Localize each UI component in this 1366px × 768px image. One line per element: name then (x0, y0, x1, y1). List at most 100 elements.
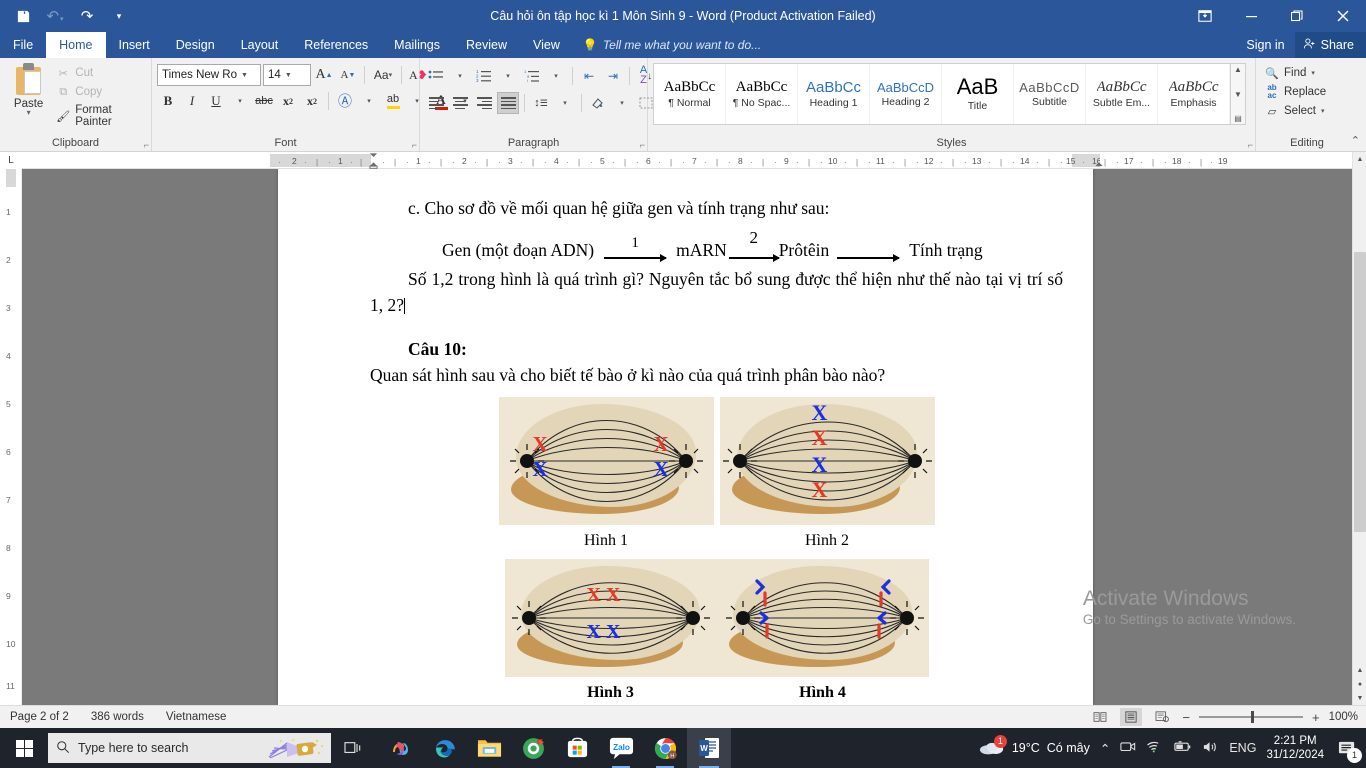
cut-button[interactable]: ✂ Cut (52, 65, 146, 81)
taskbar-app-zalo[interactable]: Zalo (599, 728, 643, 768)
font-dialog-launcher[interactable]: ⌐ (412, 140, 417, 150)
word-count[interactable]: 386 words (91, 711, 144, 723)
page-indicator[interactable]: Page 2 of 2 (10, 711, 69, 723)
document-canvas[interactable]: c. Cho sơ đồ về mối quan hệ giữa gen và … (22, 169, 1352, 705)
ruler-strip[interactable]: · 2 · | · 1 · | · | · 1 · | · 2 · | · 3 · | · 4 · | ·… (270, 153, 1101, 169)
paste-button[interactable]: Paste ▾ (5, 61, 52, 117)
web-layout-button[interactable] (1151, 708, 1173, 726)
multilevel-list-icon[interactable]: 1ai (521, 65, 543, 87)
chevron-down-icon[interactable]: ▼ (237, 72, 252, 79)
style-normal[interactable]: AaBbCc ¶ Normal (654, 64, 726, 124)
minimize-button[interactable] (1228, 0, 1274, 32)
gallery-scroll-down-icon[interactable]: ▼ (1234, 90, 1242, 99)
bold-icon[interactable]: B (157, 90, 179, 112)
right-indent-marker[interactable] (1094, 153, 1104, 169)
style-title[interactable]: AaB Title (942, 64, 1014, 124)
text-highlight-color-icon[interactable]: ab (382, 90, 404, 112)
gallery-more-icon[interactable]: ▤ (1234, 114, 1242, 123)
strikethrough-icon[interactable]: abc (253, 90, 275, 112)
find-button[interactable]: 🔍 Find ▾ (1261, 65, 1330, 81)
notification-center-button[interactable]: 1 (1334, 735, 1362, 763)
superscript-icon[interactable]: x2 (301, 90, 323, 112)
tab-file[interactable]: File (0, 32, 47, 58)
tab-review[interactable]: Review (453, 32, 520, 58)
increase-indent-icon[interactable]: ⇥ (602, 65, 624, 87)
grow-font-icon[interactable]: A ▲ (313, 64, 335, 86)
redo-icon[interactable]: ↷ (72, 3, 102, 29)
line-spacing-caret[interactable]: ▾ (554, 92, 576, 114)
paste-dropdown-caret[interactable]: ▾ (27, 109, 31, 117)
replace-button[interactable]: ab ac Replace (1261, 84, 1330, 100)
italic-icon[interactable]: I (181, 90, 203, 112)
style-subtle-emphasis[interactable]: AaBbCc Subtle Em... (1086, 64, 1158, 124)
print-layout-button[interactable] (1120, 708, 1143, 726)
clock-widget[interactable]: 2:21 PM 31/12/2024 (1266, 734, 1324, 763)
tab-insert[interactable]: Insert (106, 32, 163, 58)
document-page[interactable]: c. Cho sơ đồ về mối quan hệ giữa gen và … (278, 169, 1093, 705)
input-language-indicator[interactable]: ENG (1229, 741, 1256, 755)
taskbar-app-microsoft-word[interactable]: W (687, 728, 731, 768)
chevron-down-icon[interactable]: ▼ (281, 72, 296, 79)
task-view-button[interactable] (331, 728, 375, 768)
shading-icon[interactable] (587, 92, 609, 114)
select-caret[interactable]: ▾ (1321, 107, 1325, 115)
read-mode-button[interactable] (1089, 708, 1111, 726)
ribbon-display-options-icon[interactable] (1182, 0, 1228, 32)
align-right-icon[interactable] (473, 92, 495, 114)
line-spacing-icon[interactable]: ↕ ☰ (530, 92, 552, 114)
shading-caret[interactable]: ▾ (611, 92, 633, 114)
zoom-slider[interactable] (1198, 711, 1303, 723)
bullets-caret[interactable]: ▾ (449, 65, 471, 87)
taskbar-app-microsoft-store[interactable] (555, 728, 599, 768)
subscript-icon[interactable]: x2 (277, 90, 299, 112)
taskbar-app-google-chrome[interactable]: H (643, 728, 687, 768)
decrease-indent-icon[interactable]: ⇤ (578, 65, 600, 87)
vertical-scrollbar[interactable]: ▲ ▲ ● ▼ (1352, 152, 1366, 705)
scroll-up-icon[interactable]: ▲ (1353, 152, 1366, 166)
scrollbar-thumb[interactable] (1354, 252, 1366, 532)
align-center-icon[interactable] (449, 92, 471, 114)
find-caret[interactable]: ▾ (1311, 69, 1315, 77)
style-heading-1[interactable]: AaBbCc Heading 1 (798, 64, 870, 124)
vertical-ruler[interactable]: 1 2 3 4 5 6 7 8 9 10 11 (0, 169, 22, 705)
share-button[interactable]: Share (1294, 32, 1366, 58)
taskbar-app-microsoft-edge[interactable] (423, 728, 467, 768)
document-text-body[interactable]: c. Cho sơ đồ về mối quan hệ giữa gen và … (278, 169, 1093, 705)
ruler-strip-right[interactable]: | · 17 · | · 18 · | · 19 (1095, 154, 1366, 167)
taskbar-app-file-explorer[interactable] (467, 728, 511, 768)
zoom-level[interactable]: 100% (1329, 711, 1358, 723)
style-heading-2[interactable]: AaBbCcD Heading 2 (870, 64, 942, 124)
copy-button[interactable]: ⧉ Copy (52, 84, 146, 100)
start-button[interactable] (0, 728, 48, 768)
style-no-spacing[interactable]: AaBbCc ¶ No Spac... (726, 64, 798, 124)
horizontal-ruler[interactable]: L · 2 · | · 1 · | · | · 1 · | · 2 · | · 3 · | · 4 ·… (0, 152, 1366, 169)
select-browse-object-icon[interactable]: ● (1353, 677, 1366, 691)
show-hidden-icons-icon[interactable]: ⌃ (1100, 741, 1110, 756)
next-page-icon[interactable]: ▼ (1353, 691, 1366, 705)
tab-stop-selector[interactable]: L (0, 152, 22, 169)
font-name-combo[interactable]: Times New Ro ▼ (157, 64, 261, 86)
tab-layout[interactable]: Layout (228, 32, 292, 58)
style-emphasis[interactable]: AaBbCc Emphasis (1158, 64, 1230, 124)
save-icon[interactable] (8, 3, 38, 29)
bullets-icon[interactable] (425, 65, 447, 87)
close-button[interactable] (1320, 0, 1366, 32)
tab-view[interactable]: View (520, 32, 573, 58)
zoom-slider-thumb[interactable] (1250, 711, 1254, 723)
battery-icon[interactable] (1173, 740, 1192, 756)
meet-now-icon[interactable] (1120, 740, 1136, 756)
zoom-out-button[interactable]: − (1182, 710, 1190, 725)
restore-button[interactable] (1274, 0, 1320, 32)
taskbar-app-copilot[interactable] (379, 728, 423, 768)
network-wifi-icon[interactable] (1146, 740, 1163, 756)
collapse-ribbon-icon[interactable]: ⌃ (1351, 134, 1360, 147)
weather-widget[interactable]: 1 19°C Có mây (979, 734, 1090, 759)
undo-icon[interactable]: ↶ ▾ (40, 3, 70, 29)
tab-mailings[interactable]: Mailings (381, 32, 453, 58)
clipboard-dialog-launcher[interactable]: ⌐ (144, 140, 149, 150)
volume-icon[interactable] (1202, 740, 1219, 757)
tab-references[interactable]: References (291, 32, 381, 58)
underline-dropdown-caret[interactable]: ▾ (229, 90, 251, 112)
sign-in-button[interactable]: Sign in (1236, 38, 1294, 52)
paragraph-dialog-launcher[interactable]: ⌐ (640, 140, 645, 150)
